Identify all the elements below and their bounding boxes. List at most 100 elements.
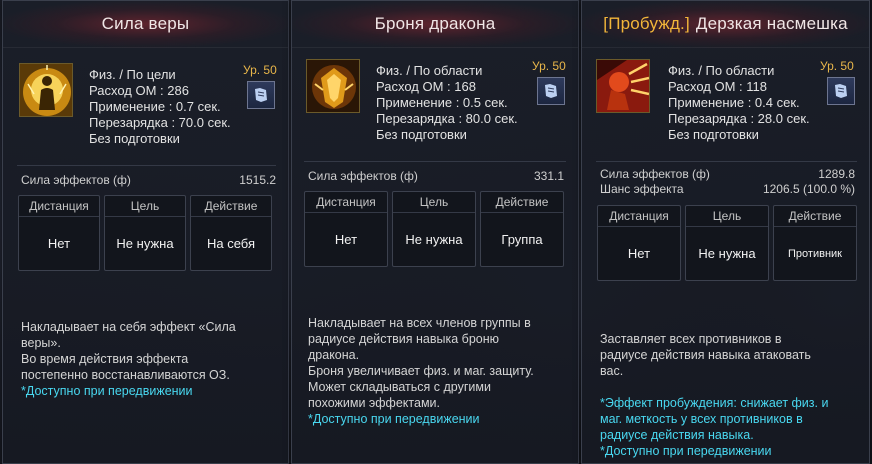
param-label: Цель <box>686 206 768 227</box>
stat-value: 1515.2 <box>239 173 276 187</box>
desc-note: *Эффект пробуждения: снижает физ. и <box>600 396 829 410</box>
info-cast-time: Применение : 0.7 сек. <box>89 99 221 114</box>
info-cast-time: Применение : 0.4 сек. <box>668 95 800 110</box>
skill-parameters: Дистанция Нет Цель Не нужна Действие Про… <box>597 205 857 281</box>
skill-parameters: Дистанция Нет Цель Не нужна Действие На … <box>18 195 272 271</box>
param-range: Дистанция Нет <box>597 205 681 281</box>
skill-description: Накладывает на себя эффект «Сила веры». … <box>21 319 236 399</box>
info-cooldown: Перезарядка : 28.0 сек. <box>668 111 810 126</box>
info-type: Физ. / По области <box>668 63 775 78</box>
stat-label: Сила эффектов (ф) <box>308 169 418 183</box>
param-target: Цель Не нужна <box>392 191 476 267</box>
skill-description: Заставляет всех противников в радиусе де… <box>600 331 828 459</box>
skill-name: Сила веры <box>101 14 190 33</box>
stat-label: Сила эффектов (ф) <box>600 167 710 181</box>
desc-line: дракона. <box>308 348 360 362</box>
param-value: Не нужна <box>116 236 174 251</box>
param-label: Действие <box>481 192 563 213</box>
desc-line: Броня увеличивает физ. и маг. защиту. <box>308 364 534 378</box>
desc-line: Во время действия эффекта <box>21 352 189 366</box>
info-prep: Без подготовки <box>376 127 467 142</box>
param-value: Противник <box>788 247 842 260</box>
info-cast-time: Применение : 0.5 сек. <box>376 95 508 110</box>
taunt-shout-icon <box>596 59 650 113</box>
info-type: Физ. / По цели <box>89 67 176 82</box>
awakening-tag: [Пробужд.] <box>603 14 690 33</box>
stat-row-effect-power: Сила эффектов (ф) 331.1 <box>308 169 564 183</box>
desc-line: вас. <box>600 364 624 378</box>
param-label: Цель <box>393 192 475 213</box>
info-mp-cost: Расход ОМ : 286 <box>89 83 189 98</box>
skill-level: Ур. 50 <box>820 59 854 73</box>
skill-level: Ур. 50 <box>243 63 277 77</box>
skill-book-icon[interactable] <box>827 77 855 105</box>
info-prep: Без подготовки <box>668 127 759 142</box>
param-action: Действие На себя <box>190 195 272 271</box>
param-target: Цель Не нужна <box>685 205 769 281</box>
param-label: Дистанция <box>598 206 680 227</box>
stat-label: Шанс эффекта <box>600 182 684 196</box>
card-title: [Пробужд.] Дерзкая насмешка <box>582 1 869 48</box>
desc-line: веры». <box>21 336 61 350</box>
param-value: Не нужна <box>405 232 463 247</box>
skill-info: Физ. / По цели Расход ОМ : 286 Применени… <box>89 67 231 147</box>
param-value: Нет <box>627 246 651 261</box>
skill-book-icon[interactable] <box>247 81 275 109</box>
separator <box>596 161 857 162</box>
desc-note: *Доступно при передвижении <box>21 384 193 398</box>
desc-note: маг. меткость у всех противников в <box>600 412 803 426</box>
info-mp-cost: Расход ОМ : 168 <box>376 79 476 94</box>
desc-note: *Доступно при передвижении <box>600 444 772 458</box>
param-value: Нет <box>47 236 71 251</box>
stat-row-effect-power: Сила эффектов (ф) 1289.8 <box>600 167 855 181</box>
card-title: Броня дракона <box>292 1 578 48</box>
desc-line: похожими эффектами. <box>308 396 440 410</box>
card-title: Сила веры <box>3 1 288 48</box>
desc-line: Накладывает на себя эффект «Сила <box>21 320 236 334</box>
info-type: Физ. / По области <box>376 63 483 78</box>
param-range: Дистанция Нет <box>18 195 100 271</box>
info-prep: Без подготовки <box>89 131 180 146</box>
param-value: Нет <box>334 232 358 247</box>
skill-info: Физ. / По области Расход ОМ : 168 Примен… <box>376 63 518 143</box>
skill-description: Накладывает на всех членов группы в ради… <box>308 315 534 427</box>
skill-name: Броня дракона <box>374 14 496 33</box>
param-label: Цель <box>105 196 185 217</box>
param-value: На себя <box>206 236 255 251</box>
stat-row-effect-chance: Шанс эффекта 1206.5 (100.0 %) <box>600 182 855 196</box>
param-action: Действие Группа <box>480 191 564 267</box>
param-value: Группа <box>501 232 543 247</box>
skill-card-taunt: [Пробужд.] Дерзкая насмешка Физ. / По об… <box>581 0 870 464</box>
param-range: Дистанция Нет <box>304 191 388 267</box>
param-target: Цель Не нужна <box>104 195 186 271</box>
desc-line: Может складываться с другими <box>308 380 491 394</box>
skill-book-icon[interactable] <box>537 77 565 105</box>
stat-value: 1206.5 (100.0 %) <box>762 182 855 196</box>
dragon-armor-icon <box>306 59 360 113</box>
param-label: Дистанция <box>305 192 387 213</box>
faith-aura-icon <box>19 63 73 117</box>
stat-label: Сила эффектов (ф) <box>21 173 131 187</box>
desc-line: постепенно восстанавливаются ОЗ. <box>21 368 230 382</box>
stat-value: 331.1 <box>533 169 564 183</box>
desc-note: радиусе действия навыка. <box>600 428 754 442</box>
separator <box>17 165 276 166</box>
param-label: Дистанция <box>19 196 99 217</box>
info-cooldown: Перезарядка : 80.0 сек. <box>376 111 518 126</box>
stat-row-effect-power: Сила эффектов (ф) 1515.2 <box>21 173 276 187</box>
param-label: Действие <box>191 196 271 217</box>
desc-line: Заставляет всех противников в <box>600 332 782 346</box>
param-action: Действие Противник <box>773 205 857 281</box>
desc-note: *Доступно при передвижении <box>308 412 480 426</box>
desc-line: Накладывает на всех членов группы в <box>308 316 531 330</box>
skill-card-faith: Сила веры Физ. / По цели Расход ОМ : 286… <box>2 0 289 464</box>
info-mp-cost: Расход ОМ : 118 <box>668 79 767 94</box>
stat-value: 1289.8 <box>818 167 855 181</box>
desc-line: радиусе действия навыка атаковать <box>600 348 811 362</box>
skill-name: Дерзкая насмешка <box>695 14 848 33</box>
separator <box>304 161 566 162</box>
param-label: Действие <box>774 206 856 227</box>
desc-line: радиусе действия навыка броню <box>308 332 500 346</box>
info-cooldown: Перезарядка : 70.0 сек. <box>89 115 231 130</box>
skill-level: Ур. 50 <box>532 59 566 73</box>
